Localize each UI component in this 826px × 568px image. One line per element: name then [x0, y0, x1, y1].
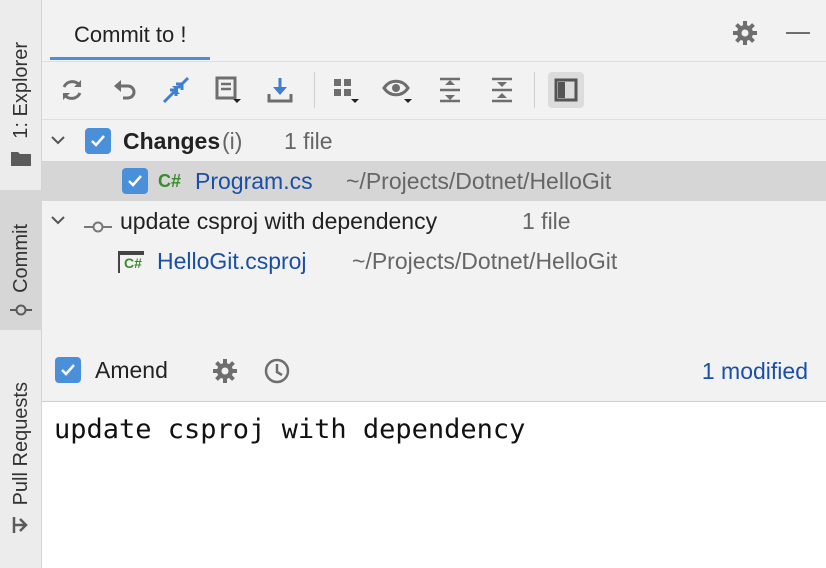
- shelve-icon[interactable]: [210, 72, 246, 108]
- amend-bar: Amend 1 modified: [42, 340, 826, 402]
- gear-icon[interactable]: [732, 20, 758, 51]
- gear-icon[interactable]: [212, 358, 238, 389]
- commit-node-icon: [84, 213, 112, 240]
- commit-file-row[interactable]: C# HelloGit.csproj ~/Projects/Dotnet/Hel…: [42, 241, 826, 281]
- pull-requests-tab[interactable]: Pull Requests: [0, 355, 42, 540]
- file-name: HelloGit.csproj: [157, 247, 307, 274]
- commit-file-count: 1 file: [522, 207, 571, 234]
- changes-file-count: 1 file: [284, 127, 333, 154]
- toolbar-separator: [314, 72, 315, 108]
- pull-request-icon: [11, 515, 31, 540]
- commit-toolbar: [42, 62, 826, 120]
- file-name: Program.cs: [195, 167, 313, 194]
- eye-icon[interactable]: [380, 72, 416, 108]
- changes-group-row[interactable]: Changes (i) 1 file: [42, 121, 826, 161]
- file-path: ~/Projects/Dotnet/HelloGit: [346, 167, 612, 194]
- chevron-down-icon[interactable]: [50, 212, 66, 230]
- pull-requests-tab-label: Pull Requests: [9, 381, 32, 505]
- group-by-icon[interactable]: [328, 72, 364, 108]
- toolbar-separator: [534, 72, 535, 108]
- expand-all-icon[interactable]: [432, 72, 468, 108]
- explorer-tab-label: 1: Explorer: [9, 42, 32, 139]
- commit-row[interactable]: update csproj with dependency 1 file: [42, 201, 826, 241]
- commit-node-icon: [10, 303, 32, 322]
- changes-checkbox[interactable]: [85, 128, 111, 154]
- changed-file-row[interactable]: C# Program.cs ~/Projects/Dotnet/HelloGit: [42, 161, 826, 201]
- refresh-icon[interactable]: [54, 72, 90, 108]
- commit-message-text[interactable]: update csproj with dependency: [54, 414, 525, 445]
- collapse-all-icon[interactable]: [484, 72, 520, 108]
- file-path: ~/Projects/Dotnet/HelloGit: [352, 247, 618, 274]
- amend-label: Amend: [95, 357, 168, 383]
- download-icon[interactable]: [262, 72, 298, 108]
- file-checkbox[interactable]: [122, 168, 148, 194]
- amend-checkbox[interactable]: [55, 357, 81, 383]
- modified-status[interactable]: 1 modified: [702, 358, 808, 385]
- chevron-down-icon[interactable]: [50, 132, 66, 150]
- commit-message-editor[interactable]: update csproj with dependency: [42, 402, 826, 568]
- changes-group-label: Changes: [123, 127, 221, 154]
- csharp-file-icon: C#: [158, 170, 182, 191]
- csproj-file-icon: C#: [118, 251, 144, 273]
- commit-tab[interactable]: Commit: [0, 190, 42, 330]
- commit-tab-label: Commit: [9, 224, 32, 293]
- commit-target-tab[interactable]: Commit to !: [50, 12, 211, 60]
- minimize-icon[interactable]: [786, 32, 810, 34]
- changes-tree: Changes (i) 1 file C# Program.cs ~/Proje…: [42, 121, 826, 336]
- folder-icon: [10, 149, 32, 172]
- merge-icon[interactable]: [158, 72, 194, 108]
- history-icon[interactable]: [263, 357, 291, 390]
- preview-panel-icon[interactable]: [548, 72, 584, 108]
- changes-info-marker: (i): [222, 127, 243, 154]
- undo-icon[interactable]: [106, 72, 142, 108]
- tool-window-header: Commit to !: [42, 0, 826, 62]
- explorer-tab[interactable]: 1: Explorer: [0, 22, 42, 172]
- tool-window-strip: 1: Explorer Commit Pull Requests: [0, 0, 42, 568]
- commit-message-label: update csproj with dependency: [120, 207, 438, 234]
